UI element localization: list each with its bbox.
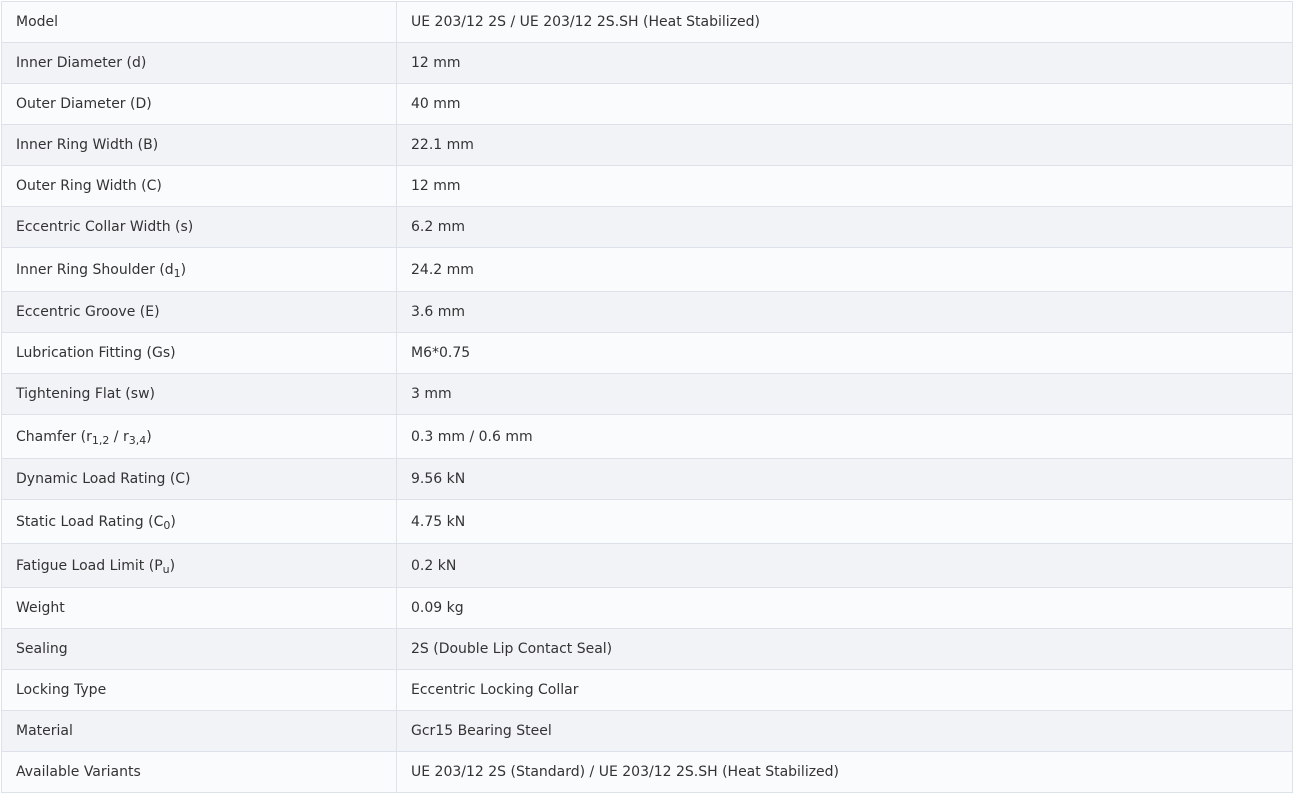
table-row: Model UE 203/12 2S / UE 203/12 2S.SH (He… [1,1,1293,43]
spec-label: Chamfer (r1,2 / r3,4) [1,414,397,459]
label-subscript: 1,2 [91,433,110,447]
table-row: Outer Ring Width (C) 12 mm [1,165,1293,207]
spec-label: Sealing [1,628,397,670]
spec-value: 6.2 mm [396,206,1293,248]
spec-value: UE 203/12 2S (Standard) / UE 203/12 2S.S… [396,751,1293,793]
spec-value: 40 mm [396,83,1293,125]
spec-label: Inner Ring Shoulder (d1) [1,247,397,292]
table-row: Available Variants UE 203/12 2S (Standar… [1,751,1293,793]
label-text: / r [109,428,129,445]
label-text: Static Load Rating (C [16,513,164,530]
table-row: Static Load Rating (C0) 4.75 kN [1,499,1293,544]
spec-value: 0.2 kN [396,543,1293,588]
spec-label: Locking Type [1,669,397,711]
spec-value: 3 mm [396,373,1293,415]
spec-value: Eccentric Locking Collar [396,669,1293,711]
spec-value: 0.09 kg [396,587,1293,629]
label-text: Inner Ring Shoulder (d [16,261,174,278]
table-row: Eccentric Groove (E) 3.6 mm [1,291,1293,333]
table-row: Weight 0.09 kg [1,587,1293,629]
table-row: Locking Type Eccentric Locking Collar [1,669,1293,711]
table-row: Dynamic Load Rating (C) 9.56 kN [1,458,1293,500]
label-text: Fatigue Load Limit (P [16,557,163,574]
table-row: Chamfer (r1,2 / r3,4) 0.3 mm / 0.6 mm [1,414,1293,459]
spec-value: 0.3 mm / 0.6 mm [396,414,1293,459]
spec-label: Fatigue Load Limit (Pu) [1,543,397,588]
spec-value: 4.75 kN [396,499,1293,544]
spec-label: Static Load Rating (C0) [1,499,397,544]
spec-label: Model [1,1,397,43]
spec-value: 12 mm [396,165,1293,207]
label-text: Chamfer (r [16,428,92,445]
spec-value: 3.6 mm [396,291,1293,333]
table-row: Fatigue Load Limit (Pu) 0.2 kN [1,543,1293,588]
label-text: ) [180,261,187,278]
spec-table-body: Model UE 203/12 2S / UE 203/12 2S.SH (He… [1,1,1293,793]
label-subscript: u [162,562,170,576]
spec-label: Outer Diameter (D) [1,83,397,125]
spec-value: 9.56 kN [396,458,1293,500]
table-row: Inner Ring Width (B) 22.1 mm [1,124,1293,166]
spec-label: Eccentric Groove (E) [1,291,397,333]
spec-label: Weight [1,587,397,629]
spec-table: Model UE 203/12 2S / UE 203/12 2S.SH (He… [1,1,1293,793]
table-row: Tightening Flat (sw) 3 mm [1,373,1293,415]
label-subscript: 3,4 [128,433,147,447]
spec-value: UE 203/12 2S / UE 203/12 2S.SH (Heat Sta… [396,1,1293,43]
table-row: Sealing 2S (Double Lip Contact Seal) [1,628,1293,670]
label-text: ) [146,428,152,445]
spec-value: 22.1 mm [396,124,1293,166]
table-row: Inner Ring Shoulder (d1) 24.2 mm [1,247,1293,292]
spec-value: M6*0.75 [396,332,1293,374]
table-row: Eccentric Collar Width (s) 6.2 mm [1,206,1293,248]
label-subscript: 1 [173,266,181,280]
spec-label: Eccentric Collar Width (s) [1,206,397,248]
table-row: Inner Diameter (d) 12 mm [1,42,1293,84]
spec-value: 2S (Double Lip Contact Seal) [396,628,1293,670]
table-row: Lubrication Fitting (Gs) M6*0.75 [1,332,1293,374]
table-row: Outer Diameter (D) 40 mm [1,83,1293,125]
spec-label: Tightening Flat (sw) [1,373,397,415]
spec-label: Available Variants [1,751,397,793]
spec-label: Outer Ring Width (C) [1,165,397,207]
label-text: ) [169,557,176,574]
spec-label: Inner Ring Width (B) [1,124,397,166]
spec-label: Material [1,710,397,752]
spec-value: Gcr15 Bearing Steel [396,710,1293,752]
table-row: Material Gcr15 Bearing Steel [1,710,1293,752]
spec-label: Inner Diameter (d) [1,42,397,84]
spec-label: Lubrication Fitting (Gs) [1,332,397,374]
spec-label: Dynamic Load Rating (C) [1,458,397,500]
label-text: ) [170,513,176,530]
spec-value: 12 mm [396,42,1293,84]
spec-value: 24.2 mm [396,247,1293,292]
